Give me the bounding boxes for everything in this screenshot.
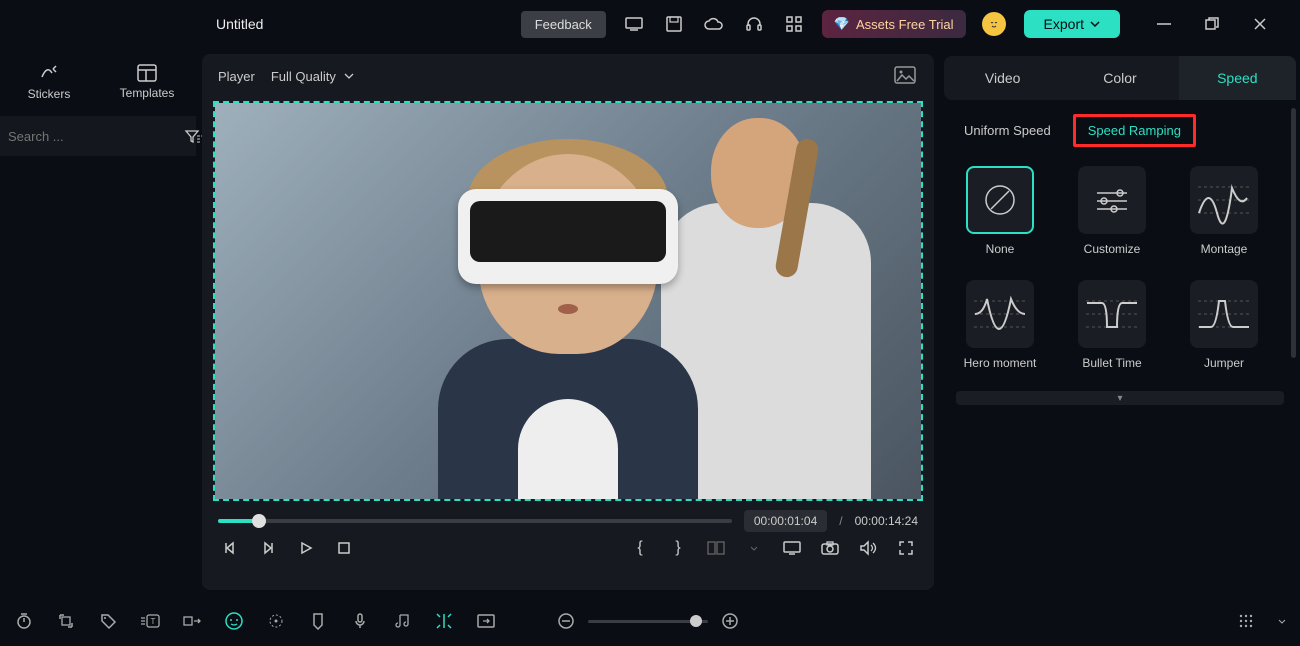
preset-customize[interactable]: Customize — [1068, 166, 1156, 258]
expand-toggle[interactable]: ▾ — [956, 391, 1284, 405]
feedback-button[interactable]: Feedback — [521, 11, 606, 38]
panel-tab-color[interactable]: Color — [1061, 56, 1178, 100]
time-current: 00:00:01:04 — [744, 510, 827, 532]
close-button[interactable] — [1244, 8, 1276, 40]
player-label: Player — [218, 69, 255, 84]
chevron-down-icon[interactable] — [742, 536, 766, 560]
ai-avatar-icon[interactable] — [982, 12, 1006, 36]
progress-bar[interactable] — [218, 519, 732, 523]
frame-icon[interactable] — [474, 609, 498, 633]
quality-select[interactable]: Full Quality — [271, 69, 354, 84]
clip-arrow-icon[interactable] — [180, 609, 204, 633]
speed-text-icon[interactable]: T — [138, 609, 162, 633]
ratio-icon[interactable] — [704, 536, 728, 560]
screen-icon[interactable] — [618, 8, 650, 40]
sub-tab-speed-ramping[interactable]: Speed Ramping — [1084, 121, 1185, 140]
templates-icon — [137, 64, 157, 82]
image-icon[interactable] — [894, 66, 918, 86]
ai-icon[interactable] — [222, 609, 246, 633]
project-title: Untitled — [216, 16, 263, 32]
headphone-icon[interactable] — [738, 8, 770, 40]
view-options-icon[interactable] — [1234, 609, 1258, 633]
time-total: 00:00:14:24 — [855, 514, 918, 528]
zoom-in-button[interactable] — [718, 609, 742, 633]
dropdown-icon[interactable] — [1276, 609, 1288, 633]
export-button[interactable]: Export — [1024, 10, 1120, 38]
time-separator: / — [839, 514, 842, 528]
preset-montage[interactable]: Montage — [1180, 166, 1268, 258]
scrollbar[interactable] — [1291, 108, 1296, 358]
crop-icon[interactable] — [54, 609, 78, 633]
display-icon[interactable] — [780, 536, 804, 560]
mic-icon[interactable] — [348, 609, 372, 633]
gem-icon: 💎 — [834, 16, 850, 32]
panel-tab-speed[interactable]: Speed — [1179, 56, 1296, 100]
brace-left-icon[interactable]: { — [628, 536, 652, 560]
panel-tab-video[interactable]: Video — [944, 56, 1061, 100]
sidebar-tab-templates[interactable]: Templates — [98, 48, 196, 116]
video-preview[interactable] — [213, 101, 923, 501]
highlight-box: Speed Ramping — [1073, 114, 1196, 147]
save-icon[interactable] — [658, 8, 690, 40]
search-input[interactable] — [8, 129, 184, 144]
sub-tab-uniform-speed[interactable]: Uniform Speed — [954, 117, 1061, 144]
stickers-icon — [38, 63, 60, 83]
grid-icon[interactable] — [778, 8, 810, 40]
next-frame-button[interactable] — [256, 536, 280, 560]
minimize-button[interactable] — [1148, 8, 1180, 40]
assets-trial-button[interactable]: 💎Assets Free Trial — [822, 10, 966, 38]
brace-right-icon[interactable]: } — [666, 536, 690, 560]
svg-text:T: T — [151, 617, 156, 626]
zoom-out-button[interactable] — [554, 609, 578, 633]
snapshot-icon[interactable] — [818, 536, 842, 560]
preset-none[interactable]: None — [956, 166, 1044, 258]
timer-icon[interactable] — [12, 609, 36, 633]
preset-bullet-time[interactable]: Bullet Time — [1068, 280, 1156, 372]
preset-hero-moment[interactable]: Hero moment — [956, 280, 1044, 372]
prev-frame-button[interactable] — [218, 536, 242, 560]
preset-jumper[interactable]: Jumper — [1180, 280, 1268, 372]
split-icon[interactable] — [432, 609, 456, 633]
volume-icon[interactable] — [856, 536, 880, 560]
fullscreen-icon[interactable] — [894, 536, 918, 560]
zoom-slider[interactable] — [588, 620, 708, 623]
maximize-button[interactable] — [1196, 8, 1228, 40]
play-button[interactable] — [294, 536, 318, 560]
marker-icon[interactable] — [306, 609, 330, 633]
tag-icon[interactable] — [96, 609, 120, 633]
sparkle-icon[interactable] — [264, 609, 288, 633]
sidebar-tab-stickers[interactable]: Stickers — [0, 48, 98, 116]
stop-button[interactable] — [332, 536, 356, 560]
cloud-icon[interactable] — [698, 8, 730, 40]
music-icon[interactable] — [390, 609, 414, 633]
